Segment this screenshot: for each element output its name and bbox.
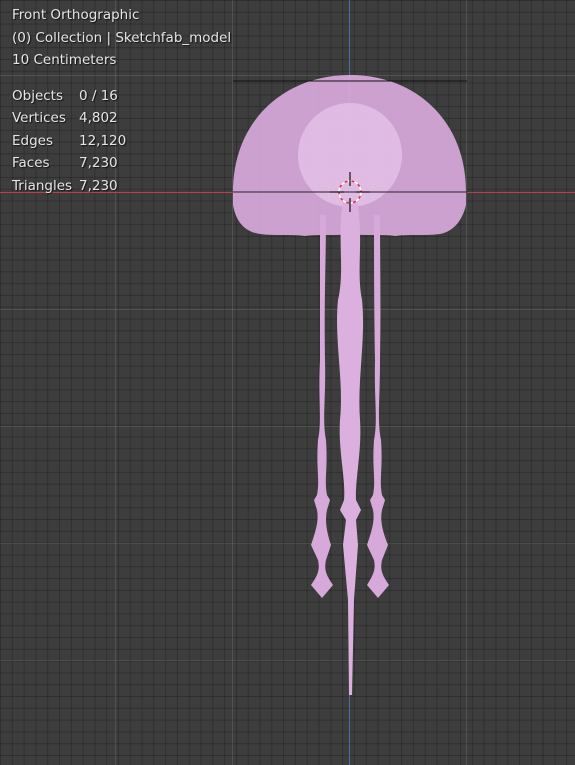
- stat-value: 7,230: [79, 155, 118, 171]
- stat-value: 4,802: [79, 110, 118, 126]
- view-name: Front Orthographic: [12, 7, 140, 23]
- stat-label: Objects: [12, 87, 64, 104]
- stat-label: Triangles: [12, 177, 73, 194]
- stat-row-faces: Faces 7,230: [12, 152, 231, 175]
- stat-value: 7,230: [79, 177, 118, 194]
- stat-label: Vertices: [12, 110, 66, 126]
- scene-statistics: Objects 0 / 16 Vertices 4,802 Edges 12,1…: [12, 85, 231, 198]
- viewport-text-info: Front Orthographic (0) Collection | Sket…: [12, 4, 231, 197]
- stat-label: Faces: [12, 155, 50, 171]
- 3d-viewport[interactable]: Front Orthographic (0) Collection | Sket…: [0, 0, 575, 765]
- stat-row-objects: Objects 0 / 16: [12, 85, 231, 108]
- stat-value: 12,120: [79, 132, 127, 149]
- stat-row-edges: Edges 12,120: [12, 130, 231, 153]
- stat-value: 0 / 16: [79, 87, 118, 104]
- collection-label: (0) Collection | Sketchfab_model: [12, 29, 232, 46]
- stat-row-vertices: Vertices 4,802: [12, 107, 231, 130]
- grid-scale-label: 10 Centimeters: [12, 52, 117, 68]
- jellyfish-oral-arm[interactable]: [337, 200, 364, 695]
- stat-label: Edges: [12, 132, 54, 149]
- jellyfish-tentacle-right[interactable]: [367, 215, 389, 598]
- jellyfish-inner-dome: [298, 103, 402, 207]
- stat-row-triangles: Triangles 7,230: [12, 175, 231, 198]
- jellyfish-tentacle-left[interactable]: [311, 215, 333, 598]
